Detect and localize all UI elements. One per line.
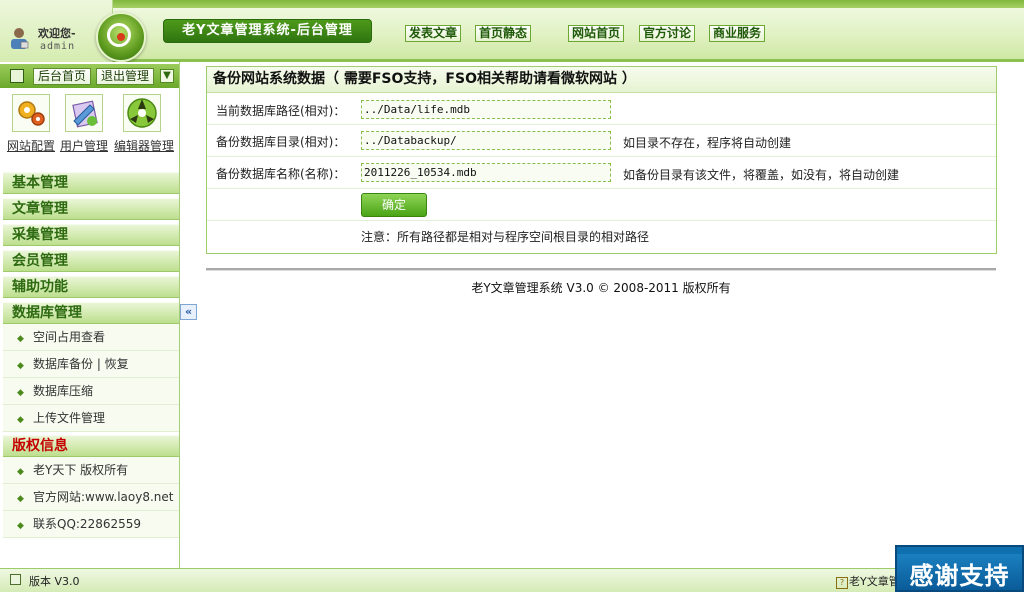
backup-panel: 备份网站系统数据（ 需要FSO支持，FSO相关帮助请看微软网站 ） 当前数据库路… xyxy=(206,66,997,254)
status-version: 版本 V3.0 xyxy=(29,575,80,588)
row-backup-name: 备份数据库名称(名称)： 2011226_10534.mdb 如备份目录有该文件… xyxy=(207,157,996,189)
welcome-text: 欢迎您- xyxy=(38,27,76,40)
status-bar: 版本 V3.0 ?老Y文章管理系统 xyxy=(0,568,1024,592)
bullet-icon: ◆ xyxy=(17,388,24,398)
sidebar-item-db-backup[interactable]: ◆ 数据库备份 | 恢复 xyxy=(3,351,179,378)
thanks-support-badge[interactable]: 感谢支持 xyxy=(895,545,1024,592)
system-title: 老Y文章管理系统-后台管理 xyxy=(163,19,372,43)
quick-label[interactable]: 用户管理 xyxy=(56,137,112,154)
header-strip xyxy=(0,0,1024,8)
sidebar: 后台首页 退出管理 ▼ 网站配置 用户管理 编辑器管理 基本管理 文章管理 采集… xyxy=(0,62,180,568)
copyright-owner: ◆ 老Y天下 版权所有 xyxy=(3,457,179,484)
backup-dir-label: 备份数据库目录(相对)： xyxy=(216,135,346,149)
help-icon: ? xyxy=(836,577,848,589)
username: admin xyxy=(40,41,76,52)
confirm-button[interactable]: 确定 xyxy=(361,193,427,217)
menu-database[interactable]: 数据库管理 xyxy=(3,302,179,324)
window-icon xyxy=(10,574,21,585)
top-header: 欢迎您- admin 老Y文章管理系统-后台管理 发表文章 首页静态 网站首页 … xyxy=(0,0,1024,62)
backup-dir-field[interactable]: ../Databackup/ xyxy=(361,131,611,150)
status-help[interactable]: ?老Y文章管理系统 xyxy=(836,573,896,589)
quick-label[interactable]: 编辑器管理 xyxy=(114,137,174,154)
badge-top-strip xyxy=(897,547,1022,554)
copyright-website[interactable]: ◆ 官方网站:www.laoy8.net xyxy=(3,484,179,511)
row-current-db-path: 当前数据库路径(相对)： ../Data/life.mdb xyxy=(207,94,996,125)
menu-copyright: 版权信息 xyxy=(3,435,179,457)
panel-title: 备份网站系统数据（ 需要FSO支持，FSO相关帮助请看微软网站 ） xyxy=(207,67,996,93)
nav-static-home[interactable]: 首页静态 xyxy=(475,25,532,42)
user-icon xyxy=(11,28,29,49)
menu-basic[interactable]: 基本管理 xyxy=(3,172,179,194)
menu-article[interactable]: 文章管理 xyxy=(3,198,179,220)
menu-auxiliary[interactable]: 辅助功能 xyxy=(3,276,179,298)
quick-label[interactable]: 网站配置 xyxy=(3,137,59,154)
logo-icon xyxy=(96,12,146,62)
menu-collect[interactable]: 采集管理 xyxy=(3,224,179,246)
copyright-qq: ◆ 联系QQ:22862559 xyxy=(3,511,179,538)
collapse-sidebar-icon[interactable]: « xyxy=(180,304,197,320)
backup-name-hint: 如备份目录有该文件，将覆盖，如没有，将自动创建 xyxy=(623,168,900,182)
menu-member[interactable]: 会员管理 xyxy=(3,250,179,272)
sidebar-item-space-usage[interactable]: ◆ 空间占用查看 xyxy=(3,324,179,351)
row-submit: 确定 xyxy=(207,189,996,221)
sidebar-item-db-compress[interactable]: ◆ 数据库压缩 xyxy=(3,378,179,405)
bullet-icon: ◆ xyxy=(17,494,24,504)
row-backup-dir: 备份数据库目录(相对)： ../Databackup/ 如目录不存在，程序将自动… xyxy=(207,125,996,157)
editor-globe-icon xyxy=(123,94,161,132)
calendar-icon xyxy=(10,69,24,83)
nav-post-article[interactable]: 发表文章 xyxy=(405,25,462,42)
quick-editor-manage[interactable]: 编辑器管理 xyxy=(114,94,174,154)
footer-copyright: 老Y文章管理系统 V3.0 © 2008-2011 版权所有 xyxy=(471,281,731,295)
nav-official-forum[interactable]: 官方讨论 xyxy=(639,25,696,42)
sidebar-toolbar: 后台首页 退出管理 ▼ xyxy=(0,64,179,88)
logout-button[interactable]: 退出管理 xyxy=(96,68,155,85)
backup-name-field[interactable]: 2011226_10534.mdb xyxy=(361,163,611,182)
arrow-down-icon[interactable]: ▼ xyxy=(160,69,174,83)
backup-name-label: 备份数据库名称(名称)： xyxy=(216,167,346,181)
admin-home-button[interactable]: 后台首页 xyxy=(33,68,92,85)
quick-site-config[interactable]: 网站配置 xyxy=(3,94,59,154)
nav-business-service[interactable]: 商业服务 xyxy=(709,25,766,42)
current-db-path-label: 当前数据库路径(相对)： xyxy=(216,104,346,118)
gears-icon xyxy=(12,94,50,132)
sidebar-item-upload-files[interactable]: ◆ 上传文件管理 xyxy=(3,405,179,432)
user-edit-icon xyxy=(65,94,103,132)
bullet-icon: ◆ xyxy=(17,467,24,477)
bullet-icon: ◆ xyxy=(17,521,24,531)
nav-site-home[interactable]: 网站首页 xyxy=(568,25,625,42)
backup-dir-hint: 如目录不存在，程序将自动创建 xyxy=(623,136,792,150)
bullet-icon: ◆ xyxy=(17,361,24,371)
divider xyxy=(206,268,996,271)
quick-user-manage[interactable]: 用户管理 xyxy=(56,94,112,154)
current-db-path-field[interactable]: ../Data/life.mdb xyxy=(361,100,611,119)
bullet-icon: ◆ xyxy=(17,415,24,425)
bullet-icon: ◆ xyxy=(17,334,24,344)
row-note: 注意：所有路径都是相对与程序空间根目录的相对路径 xyxy=(207,221,996,253)
path-note: 注意：所有路径都是相对与程序空间根目录的相对路径 xyxy=(361,230,650,244)
